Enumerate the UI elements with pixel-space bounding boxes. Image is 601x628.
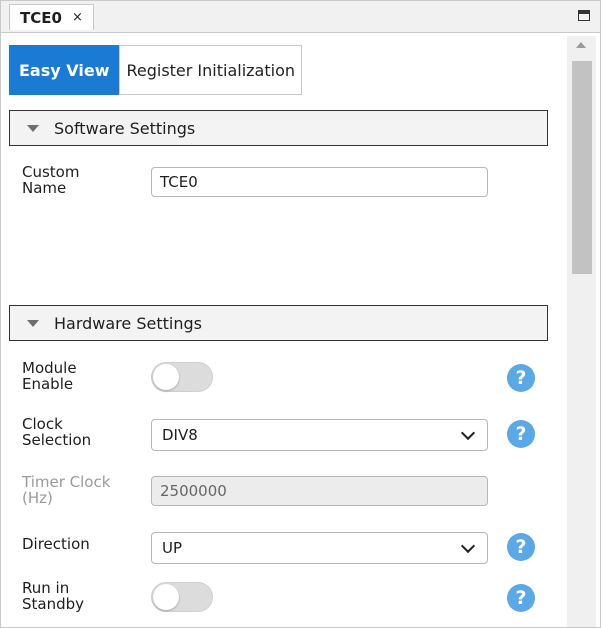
window: TCE0 × Easy View Register Initialization… [0, 0, 601, 628]
document-tab-title: TCE0 [20, 8, 62, 27]
hardware-settings-header[interactable]: Hardware Settings [9, 305, 548, 341]
hardware-settings-title: Hardware Settings [54, 313, 202, 333]
tab-register-initialization[interactable]: Register Initialization [119, 45, 302, 95]
collapse-triangle-icon [27, 319, 39, 327]
toggle-knob [153, 584, 179, 610]
direction-value: UP [162, 539, 183, 557]
timer-clock-label: Timer Clock (Hz) [22, 473, 111, 507]
help-icon[interactable]: ? [507, 420, 535, 448]
scroll-up-arrow-icon[interactable] [576, 42, 586, 48]
view-tabs: Easy View Register Initialization [9, 45, 302, 95]
document-tab-tce0[interactable]: TCE0 × [9, 4, 94, 30]
timer-clock-input: 2500000 [151, 476, 488, 506]
help-icon[interactable]: ? [507, 364, 535, 392]
run-in-standby-toggle[interactable] [151, 582, 213, 612]
tab-easy-view[interactable]: Easy View [9, 45, 120, 95]
help-icon[interactable]: ? [507, 584, 535, 612]
chevron-down-icon [460, 425, 476, 440]
custom-name-input[interactable]: TCE0 [151, 167, 488, 197]
software-settings-title: Software Settings [54, 118, 196, 138]
module-enable-toggle[interactable] [151, 362, 213, 392]
vertical-scrollbar[interactable] [567, 36, 596, 627]
document-tab-strip: TCE0 × [1, 1, 600, 33]
toggle-knob [153, 364, 179, 390]
direction-dropdown[interactable]: UP [151, 532, 488, 564]
easy-view-panel: Easy View Register Initialization Softwa… [5, 36, 567, 627]
software-settings-header[interactable]: Software Settings [9, 110, 548, 146]
chevron-down-icon [460, 538, 476, 553]
clock-selection-label: Clock Selection [22, 415, 92, 449]
scrollbar-thumb[interactable] [572, 61, 592, 274]
close-icon[interactable]: × [72, 10, 83, 25]
collapse-triangle-icon [27, 124, 39, 132]
clock-selection-value: DIV8 [162, 426, 198, 444]
direction-label: Direction [22, 535, 90, 553]
module-enable-label: Module Enable [22, 359, 77, 393]
run-in-standby-label: Run in Standby [22, 579, 85, 613]
custom-name-label: Custom Name [22, 163, 80, 197]
help-icon[interactable]: ? [507, 533, 535, 561]
clock-selection-dropdown[interactable]: DIV8 [151, 419, 488, 451]
maximize-icon[interactable] [578, 10, 590, 21]
